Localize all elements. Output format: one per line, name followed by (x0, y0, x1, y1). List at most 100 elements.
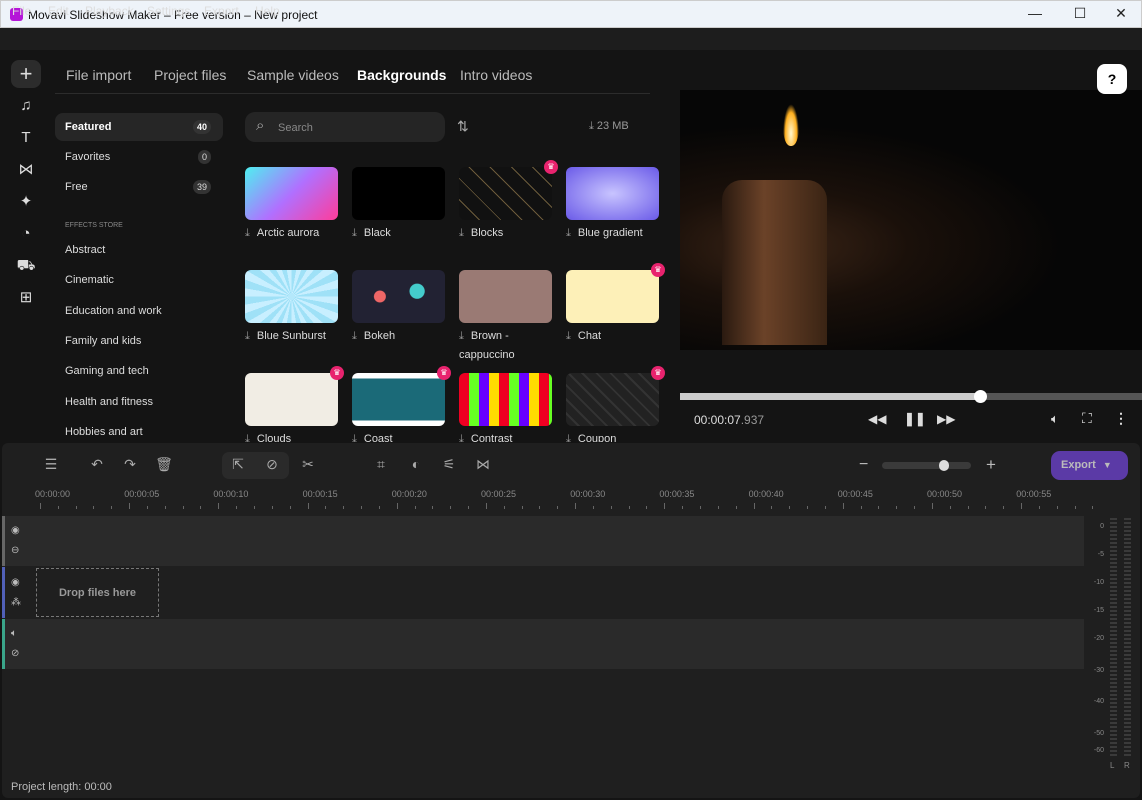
ruler-tick (539, 506, 541, 509)
transition-icon[interactable]: ⋈ (11, 156, 41, 184)
rewind-button[interactable]: ◀◀ (868, 412, 886, 426)
video-track[interactable] (2, 567, 1084, 618)
fast-forward-button[interactable]: ▶▶ (937, 412, 955, 426)
download-icon[interactable]: ⤓ (566, 227, 571, 239)
ruler-tick (610, 506, 612, 509)
menu-help[interactable]: Help (255, 4, 280, 18)
tab-sample-videos[interactable]: Sample videos (247, 67, 339, 83)
download-icon[interactable]: ⤓ (566, 433, 571, 442)
export-button[interactable]: Export ▼ (1051, 451, 1128, 480)
minimize-button[interactable]: — (1025, 5, 1045, 25)
help-button[interactable]: ? (1097, 64, 1127, 94)
audio-track[interactable] (2, 619, 1084, 669)
download-icon[interactable]: ⤓ (566, 330, 571, 342)
store-category[interactable]: Family and kids (55, 327, 223, 355)
music-icon[interactable]: ♫ (11, 92, 41, 120)
more-icon[interactable]: ⋮ (1114, 410, 1128, 427)
download-icon[interactable]: ⤓ (459, 433, 464, 442)
background-thumbnail[interactable] (566, 270, 659, 323)
category-free[interactable]: Free 39 (55, 173, 223, 201)
background-thumbnail[interactable] (566, 373, 659, 426)
menu-playback[interactable]: Playback (85, 4, 134, 18)
search-input[interactable]: ⌕ Search (245, 112, 445, 142)
menu-edit[interactable]: Edit (48, 4, 69, 18)
background-thumbnail[interactable] (566, 167, 659, 220)
tab-project-files[interactable]: Project files (154, 67, 226, 83)
background-thumbnail[interactable] (459, 373, 552, 426)
transition-icon[interactable]: ⋈ (472, 456, 494, 476)
background-thumbnail[interactable] (245, 373, 338, 426)
ruler-tick (414, 506, 416, 509)
zoom-slider[interactable] (882, 460, 971, 471)
pause-button[interactable]: ❚❚ (904, 411, 926, 427)
plus-icon[interactable]: + (11, 60, 41, 88)
fullscreen-icon[interactable]: ⛶ (1082, 410, 1092, 427)
select-tool-icon[interactable]: ⇱ (227, 456, 249, 476)
track-settings-icon[interactable]: ⁂ (11, 597, 21, 608)
tab-file-import[interactable]: File import (66, 67, 131, 83)
store-icon[interactable]: ⛟ (11, 252, 41, 280)
background-thumbnail[interactable] (352, 167, 445, 220)
background-thumbnail[interactable] (459, 270, 552, 323)
store-category[interactable]: Health and fitness (55, 388, 223, 416)
menu-file[interactable]: File (12, 4, 31, 18)
maximize-button[interactable]: ☐ (1070, 5, 1090, 25)
store-category[interactable]: Cinematic (55, 266, 223, 294)
add-track-icon[interactable]: ☰ (40, 456, 62, 476)
effects-icon[interactable]: ✦ (11, 188, 41, 216)
download-icon[interactable]: ⤓ (352, 433, 357, 442)
store-category[interactable]: Hobbies and art (55, 418, 223, 446)
store-category[interactable]: Gaming and tech (55, 357, 223, 385)
download-icon[interactable]: ⤓ (352, 227, 357, 239)
ruler-tick (111, 506, 113, 509)
undo-icon[interactable]: ↶ (86, 456, 108, 476)
ruler-tick (1092, 506, 1094, 509)
category-featured[interactable]: Featured 40 (55, 113, 223, 141)
background-thumbnail[interactable] (245, 167, 338, 220)
redo-icon[interactable]: ↷ (119, 456, 141, 476)
crop-icon[interactable]: ⌗ (370, 456, 392, 476)
filters-icon[interactable]: ⚟ (438, 456, 460, 476)
zoom-in-button[interactable]: + (986, 455, 996, 475)
eye-icon[interactable]: ◉ (11, 525, 20, 536)
download-icon[interactable]: ⤓ (245, 330, 250, 342)
zoom-out-button[interactable]: − (859, 456, 868, 474)
background-thumbnail[interactable] (245, 270, 338, 323)
ruler-tick (789, 506, 791, 509)
speaker-icon[interactable]: 🔈︎ (11, 628, 17, 639)
download-icon[interactable]: ⤓ (245, 433, 250, 442)
sort-icon[interactable]: ⇅ (457, 118, 469, 135)
store-category[interactable]: Abstract (55, 236, 223, 264)
sticker-icon[interactable]: ◔ (11, 220, 41, 248)
color-adjust-icon[interactable]: ◐ (405, 456, 427, 476)
marker-tool-icon[interactable]: ⊘ (261, 456, 283, 476)
download-icon[interactable]: ⤓ (459, 330, 464, 342)
cut-icon[interactable]: ✂ (297, 456, 319, 476)
ruler-tick (646, 506, 648, 509)
category-favorites[interactable]: Favorites 0 (55, 143, 223, 171)
delete-icon[interactable]: 🗑︎ (153, 456, 175, 476)
ruler-tick (824, 506, 826, 509)
more-tools-icon[interactable]: ⊞ (11, 284, 41, 312)
link-icon[interactable]: ⊖ (11, 545, 19, 556)
volume-icon[interactable]: 🔈︎ (1051, 411, 1059, 427)
background-thumbnail[interactable] (459, 167, 552, 220)
menu-settings[interactable]: Settings (147, 4, 190, 18)
tab-backgrounds[interactable]: Backgrounds (357, 67, 446, 83)
tab-intro-videos[interactable]: Intro videos (460, 67, 532, 83)
background-thumbnail[interactable] (352, 270, 445, 323)
download-icon[interactable]: ⤓ (459, 227, 464, 239)
download-all-button[interactable]: ⤓ 23 MB (589, 120, 629, 133)
playback-scrubber[interactable] (680, 390, 1142, 403)
title-track[interactable] (2, 516, 1084, 566)
menu-export[interactable]: Export (204, 4, 239, 18)
background-thumbnail[interactable] (352, 373, 445, 426)
drop-zone[interactable]: Drop files here (36, 568, 159, 617)
unlink-icon[interactable]: ⊘ (11, 648, 19, 659)
store-category[interactable]: Education and work (55, 297, 223, 325)
eye-icon[interactable]: ◉ (11, 577, 20, 588)
download-icon[interactable]: ⤓ (245, 227, 250, 239)
close-button[interactable]: ✕ (1111, 5, 1131, 25)
text-icon[interactable]: T (11, 124, 41, 152)
download-icon[interactable]: ⤓ (352, 330, 357, 342)
